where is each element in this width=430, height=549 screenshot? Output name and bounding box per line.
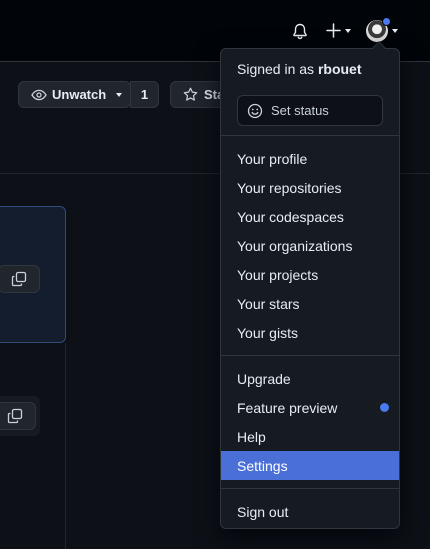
notification-dot	[382, 17, 391, 26]
menu-divider	[221, 488, 399, 489]
create-new-button[interactable]	[326, 23, 351, 38]
content-divider	[65, 343, 66, 549]
menu-item-your-codespaces[interactable]: Your codespaces	[221, 202, 399, 231]
notifications-button[interactable]	[292, 23, 308, 40]
copy-icon	[11, 271, 27, 287]
plus-icon	[326, 23, 341, 38]
menu-item-upgrade[interactable]: Upgrade	[221, 364, 399, 393]
menu-divider	[221, 135, 399, 136]
menu-item-your-stars[interactable]: Your stars	[221, 289, 399, 318]
smiley-icon	[247, 103, 263, 118]
user-dropdown-menu: Signed in as rbouet Set status Your prof…	[220, 48, 400, 529]
menu-item-your-profile[interactable]: Your profile	[221, 144, 399, 173]
feature-preview-dot	[380, 403, 389, 412]
menu-item-your-repositories[interactable]: Your repositories	[221, 173, 399, 202]
chevron-down-icon	[116, 92, 123, 97]
menu-item-settings[interactable]: Settings	[221, 451, 399, 480]
unwatch-label: Unwatch	[52, 87, 107, 102]
copy-button[interactable]	[0, 265, 40, 293]
menu-divider	[221, 355, 399, 356]
username: rbouet	[317, 61, 362, 77]
signed-in-header: Signed in as rbouet	[237, 61, 362, 77]
menu-item-help[interactable]: Help	[221, 422, 399, 451]
unwatch-button[interactable]: Unwatch	[18, 81, 131, 108]
eye-icon	[31, 89, 47, 100]
set-status-button[interactable]: Set status	[237, 95, 383, 126]
copy-icon	[7, 408, 23, 424]
chevron-down-icon	[392, 29, 398, 33]
signed-in-label: Signed in as	[237, 61, 315, 77]
menu-item-your-projects[interactable]: Your projects	[221, 260, 399, 289]
user-menu-button[interactable]	[366, 17, 398, 42]
star-icon	[183, 87, 198, 101]
menu-item-your-organizations[interactable]: Your organizations	[221, 231, 399, 260]
bell-icon	[293, 23, 307, 40]
feature-preview-label: Feature preview	[237, 399, 338, 416]
copy-button[interactable]	[0, 402, 36, 430]
menu-item-your-gists[interactable]: Your gists	[221, 318, 399, 347]
avatar	[366, 17, 391, 42]
menu-pointer-inner	[373, 42, 385, 49]
menu-item-feature-preview[interactable]: Feature preview	[221, 393, 399, 422]
watchers-count[interactable]: 1	[130, 81, 159, 108]
menu-item-sign-out[interactable]: Sign out	[221, 497, 399, 526]
chevron-down-icon	[345, 28, 351, 33]
set-status-label: Set status	[271, 103, 329, 118]
